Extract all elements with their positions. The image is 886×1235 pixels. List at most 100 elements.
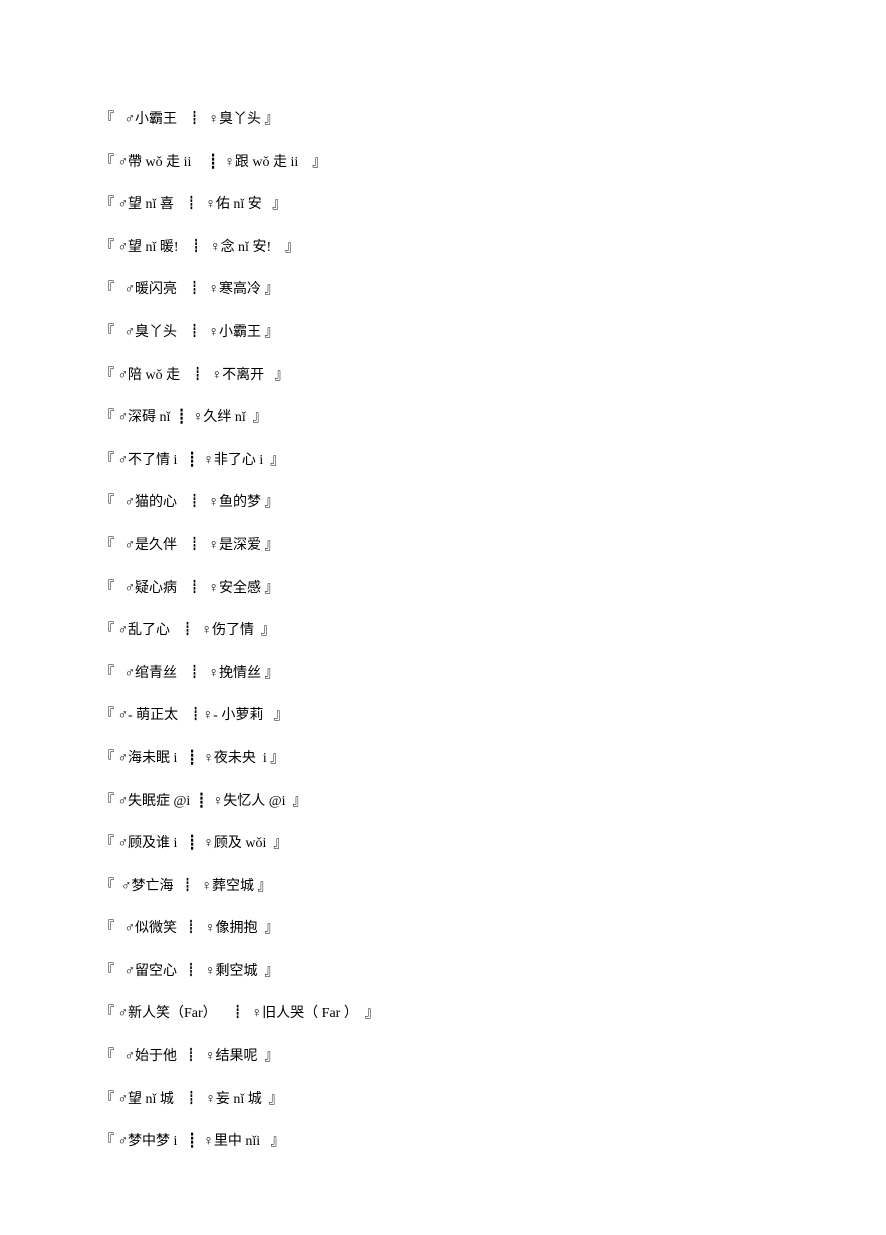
right-pad	[264, 368, 275, 383]
pair-right: ♀臭丫头	[209, 112, 262, 127]
bracket-open: 『	[100, 282, 114, 297]
pair-line: 『 ♂不了情 i ┋ ♀非了心 i 』	[100, 451, 786, 471]
mid-separator: ┋	[177, 325, 209, 340]
bracket-close: 』	[265, 1049, 279, 1064]
pair-line: 『 ♂顾及谁 i ┋ ♀顾及 wǒi 』	[100, 834, 786, 854]
pair-right: ♀跟 wǒ 走 ii	[224, 155, 298, 170]
pair-left: ♂海未眠 i	[118, 751, 178, 766]
mid-separator: ┋	[170, 410, 192, 425]
pair-right: ♀佑 nǐ 安	[205, 197, 261, 212]
mid-separator: ┋	[190, 794, 212, 809]
pair-right: ♀寒高冷	[209, 282, 262, 297]
right-pad	[263, 708, 274, 723]
left-pad	[114, 1049, 125, 1064]
bracket-open: 『	[100, 1134, 114, 1149]
pair-left: ♂失眠症 @i	[118, 794, 191, 809]
bracket-open: 『	[100, 495, 114, 510]
pair-right: ♀是深爱	[209, 538, 262, 553]
mid-separator: ┋	[177, 538, 209, 553]
pair-line: 『 ♂小霸王 ┋ ♀臭丫头 』	[100, 110, 786, 130]
pair-right: ♀挽情丝	[209, 666, 262, 681]
bracket-open: 『	[100, 325, 114, 340]
pair-left: ♂不了情 i	[118, 453, 178, 468]
pair-line: 『 ♂臭丫头 ┋ ♀小霸王 』	[100, 323, 786, 343]
mid-separator: ┋	[177, 751, 203, 766]
bracket-open: 『	[100, 155, 114, 170]
pair-left: ♂始于他	[125, 1049, 178, 1064]
pair-line: 『 ♂失眠症 @i ┋ ♀失忆人 @i 』	[100, 792, 786, 812]
pair-right: ♀伤了情	[202, 623, 255, 638]
pair-right: ♀妄 nǐ 城	[205, 1092, 261, 1107]
pair-line: 『 ♂陪 wǒ 走 ┋ ♀不离开 』	[100, 366, 786, 386]
mid-separator: ┋	[177, 581, 209, 596]
pair-line: 『 ♂深碍 nǐ ┋ ♀久绊 nǐ 』	[100, 408, 786, 428]
pair-line: 『 ♂望 nǐ 城 ┋ ♀妄 nǐ 城 』	[100, 1090, 786, 1110]
bracket-close: 』	[270, 453, 284, 468]
mid-separator: ┋	[217, 1006, 252, 1021]
left-pad	[114, 112, 125, 127]
pair-left: ♂暖闪亮	[125, 282, 178, 297]
pair-left: ♂绾青丝	[125, 666, 178, 681]
bracket-close: 』	[265, 282, 279, 297]
bracket-close: 』	[258, 879, 272, 894]
mid-separator: ┋	[177, 282, 209, 297]
bracket-close: 』	[270, 751, 284, 766]
bracket-open: 『	[100, 453, 114, 468]
right-pad	[246, 410, 253, 425]
pair-right: ♀里中 nǐi	[203, 1134, 260, 1149]
bracket-open: 『	[100, 240, 114, 255]
pair-right: ♀久绊 nǐ	[193, 410, 246, 425]
bracket-open: 『	[100, 751, 114, 766]
pair-left: ♂梦中梦 i	[118, 1134, 178, 1149]
bracket-close: 』	[274, 708, 288, 723]
mid-separator: ┋	[174, 197, 206, 212]
bracket-open: 『	[100, 1006, 114, 1021]
bracket-close: 』	[265, 666, 279, 681]
pair-left: ♂新人笑（Far）	[118, 1006, 217, 1021]
bracket-open: 『	[100, 112, 114, 127]
pair-left: ♂望 nǐ 暖!	[118, 240, 179, 255]
mid-separator: ┋	[177, 666, 209, 681]
pair-right: ♀夜未央 i	[203, 751, 266, 766]
bracket-open: 『	[100, 836, 114, 851]
pair-right: ♀非了心 i	[203, 453, 263, 468]
bracket-close: 』	[293, 794, 307, 809]
bracket-close: 』	[265, 964, 279, 979]
pair-line: 『 ♂是久伴 ┋ ♀是深爱 』	[100, 536, 786, 556]
left-pad	[114, 538, 125, 553]
right-pad	[271, 240, 285, 255]
pair-left: ♂乱了心	[118, 623, 171, 638]
bracket-close: 』	[253, 410, 267, 425]
bracket-open: 『	[100, 1092, 114, 1107]
left-pad	[114, 325, 125, 340]
mid-separator: ┋	[179, 240, 211, 255]
pair-left: ♂小霸王	[125, 112, 178, 127]
mid-separator: ┋	[177, 453, 203, 468]
bracket-close: 』	[265, 325, 279, 340]
left-pad	[114, 921, 125, 936]
right-pad	[262, 197, 273, 212]
mid-separator: ┋	[177, 836, 203, 851]
bracket-open: 『	[100, 410, 114, 425]
bracket-close: 』	[269, 1092, 283, 1107]
pair-left: ♂臭丫头	[125, 325, 178, 340]
pair-line: 『 ♂始于他 ┋ ♀结果呢 』	[100, 1047, 786, 1067]
right-pad	[358, 1006, 365, 1021]
mid-separator: ┋	[178, 708, 203, 723]
mid-separator: ┋	[177, 1134, 203, 1149]
pair-line: 『 ♂绾青丝 ┋ ♀挽情丝 』	[100, 664, 786, 684]
bracket-open: 『	[100, 708, 114, 723]
pair-right: ♀安全感	[209, 581, 262, 596]
pair-left: ♂深碍 nǐ	[118, 410, 171, 425]
bracket-close: 』	[285, 240, 299, 255]
right-pad	[258, 921, 265, 936]
mid-separator: ┋	[177, 495, 209, 510]
bracket-close: 』	[275, 368, 289, 383]
pair-right: ♀- 小萝莉	[203, 708, 264, 723]
bracket-open: 『	[100, 368, 114, 383]
bracket-open: 『	[100, 794, 114, 809]
pair-left: ♂望 nǐ 喜	[118, 197, 174, 212]
pair-right: ♀念 nǐ 安!	[210, 240, 271, 255]
pair-right: ♀结果呢	[205, 1049, 258, 1064]
bracket-close: 』	[271, 1134, 285, 1149]
